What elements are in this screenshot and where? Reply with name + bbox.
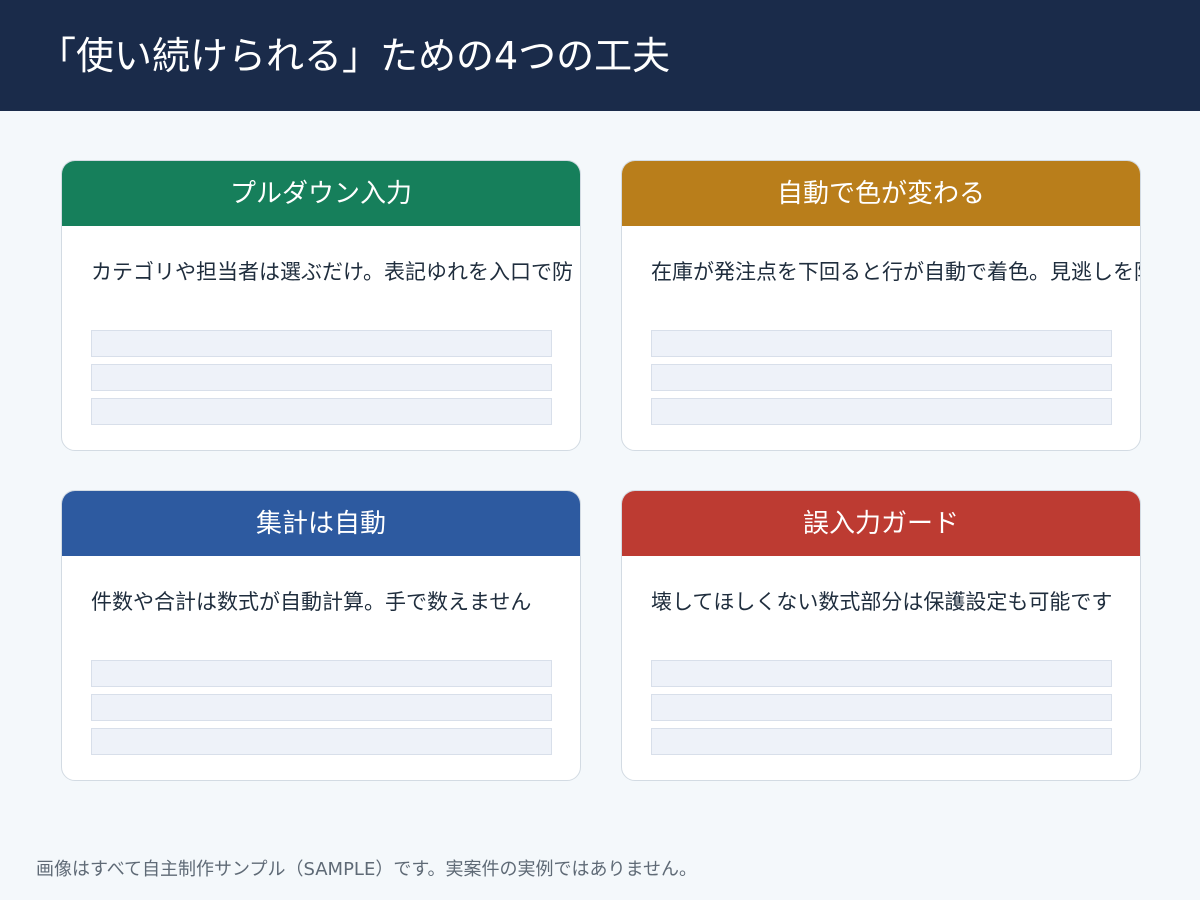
- sample-disclaimer: 画像はすべて自主制作サンプル（SAMPLE）です。実案件の実例ではありません。: [36, 859, 697, 880]
- card-description: カテゴリや担当者は選ぶだけ。表記ゆれを入口で防: [91, 260, 573, 284]
- card-description: 件数や合計は数式が自動計算。手で数えません: [91, 590, 532, 614]
- placeholder-row: [91, 694, 552, 721]
- feature-card-auto-color: 自動で色が変わる 在庫が発注点を下回ると行が自動で着色。見逃しを防: [621, 160, 1141, 451]
- placeholder-row: [651, 660, 1112, 687]
- placeholder-row: [91, 364, 552, 391]
- feature-card-dropdown-input: プルダウン入力 カテゴリや担当者は選ぶだけ。表記ゆれを入口で防: [61, 160, 581, 451]
- feature-card-input-guard: 誤入力ガード 壊してほしくない数式部分は保護設定も可能です: [621, 490, 1141, 781]
- card-header: 自動で色が変わる: [622, 161, 1140, 226]
- placeholder-row: [91, 330, 552, 357]
- page-title: 「使い続けられる」ための4つの工夫: [38, 34, 671, 78]
- placeholder-row: [91, 398, 552, 425]
- placeholder-row: [651, 330, 1112, 357]
- placeholder-row: [651, 728, 1112, 755]
- placeholder-row: [651, 398, 1112, 425]
- card-header: 集計は自動: [62, 491, 580, 556]
- card-header: プルダウン入力: [62, 161, 580, 226]
- card-description: 在庫が発注点を下回ると行が自動で着色。見逃しを防: [651, 260, 1141, 284]
- placeholder-row: [651, 694, 1112, 721]
- placeholder-row: [91, 728, 552, 755]
- feature-card-auto-total: 集計は自動 件数や合計は数式が自動計算。手で数えません: [61, 490, 581, 781]
- page-header: 「使い続けられる」ための4つの工夫: [0, 0, 1200, 111]
- placeholder-row: [91, 660, 552, 687]
- card-description: 壊してほしくない数式部分は保護設定も可能です: [651, 590, 1113, 614]
- placeholder-row: [651, 364, 1112, 391]
- card-header: 誤入力ガード: [622, 491, 1140, 556]
